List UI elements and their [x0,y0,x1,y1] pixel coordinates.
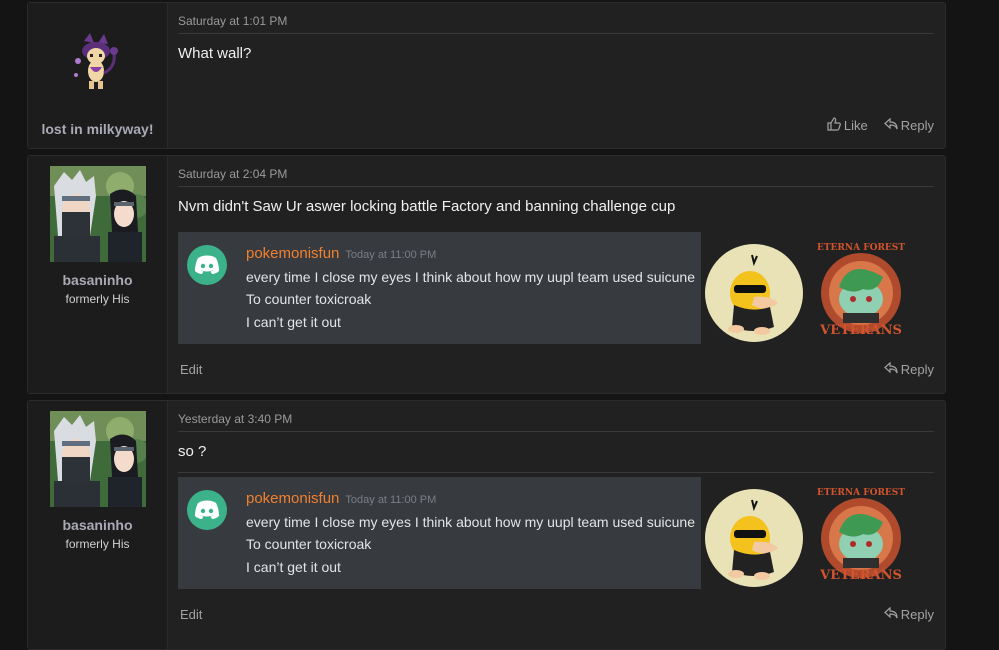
post-content: Yesterday at 3:40 PM so ? pokemonisfun To… [178,401,934,649]
badge-text-top: ETERNA FOREST [816,243,905,253]
discord-icon [187,245,227,285]
avatar[interactable] [68,31,124,95]
reply-icon [883,361,898,377]
embed-line: To counter toxicroak [246,536,372,552]
embed-author[interactable]: pokemonisfun Today at 11:00 PM [246,245,436,262]
badge-text-top: ETERNA FOREST [816,488,905,498]
user-title: formerly His [65,537,130,551]
embed-line: I can’t get it out [246,559,341,575]
post-actions: Like Reply [827,117,934,134]
post-timestamp[interactable]: Yesterday at 3:40 PM [178,412,292,426]
user-panel: basaninho formerly His [28,401,168,649]
reply-label: Reply [900,362,934,377]
divider [178,472,934,473]
post-1: lost in milkyway! Saturday at 1:01 PM Wh… [27,2,946,149]
embed-line: I can’t get it out [246,314,341,330]
avatar[interactable] [50,411,146,507]
reply-icon [883,117,898,133]
reply-label: Reply [900,607,934,622]
user-panel: lost in milkyway! [28,3,168,148]
embed-line: every time I close my eyes I think about… [246,269,695,285]
post-2: basaninho formerly His Saturday at 2:04 … [27,155,946,394]
embed-line: every time I close my eyes I think about… [246,514,695,530]
embed-author[interactable]: pokemonisfun Today at 11:00 PM [246,490,436,507]
embed-author-name: pokemonisfun [246,490,340,507]
badge-text-bottom: VETERANS [820,568,902,583]
divider [178,33,934,34]
edit-button[interactable]: Edit [180,607,202,622]
reply-button[interactable]: Reply [883,361,934,377]
reply-label: Reply [900,118,934,133]
post-message: What wall? [178,45,252,62]
embed-line: To counter toxicroak [246,291,372,307]
like-button[interactable]: Like [827,117,868,134]
embed-author-name: pokemonisfun [246,245,340,262]
like-label: Like [843,118,868,133]
post-message: Nvm didn't Saw Ur aswer locking battle F… [178,198,676,215]
post-timestamp[interactable]: Saturday at 2:04 PM [178,167,287,181]
user-title: formerly His [65,292,130,306]
username[interactable]: lost in milkyway! [28,121,167,137]
thumbs-up-icon [827,117,841,134]
embed-time: Today at 11:00 PM [345,249,437,261]
edit-button[interactable]: Edit [180,362,202,377]
post-content: Saturday at 1:01 PM What wall? Like Repl… [178,3,934,148]
divider [178,186,934,187]
embed-time: Today at 11:00 PM [345,494,437,506]
badge-text-bottom: VETERANS [820,323,902,338]
psyduck-badge-image [704,243,804,343]
reply-button[interactable]: Reply [883,117,934,133]
post-actions: Reply [883,361,934,377]
post-actions: Reply [883,606,934,622]
reply-button[interactable]: Reply [883,606,934,622]
eterna-forest-badge: ETERNA FOREST VETERANS [813,488,909,584]
eterna-forest-badge: ETERNA FOREST VETERANS [813,243,909,339]
divider [178,431,934,432]
username[interactable]: basaninho [28,272,167,288]
post-message: so ? [178,443,207,460]
post-content: Saturday at 2:04 PM Nvm didn't Saw Ur as… [178,156,934,393]
post-timestamp[interactable]: Saturday at 1:01 PM [178,14,287,28]
user-panel: basaninho formerly His [28,156,168,393]
discord-embed: pokemonisfun Today at 11:00 PM every time… [178,477,701,589]
discord-icon [187,490,227,530]
reply-icon [883,606,898,622]
username[interactable]: basaninho [28,517,167,533]
discord-embed: pokemonisfun Today at 11:00 PM every time… [178,232,701,344]
psyduck-badge-image [704,488,804,588]
avatar[interactable] [50,166,146,262]
post-3: basaninho formerly His Yesterday at 3:40… [27,400,946,650]
